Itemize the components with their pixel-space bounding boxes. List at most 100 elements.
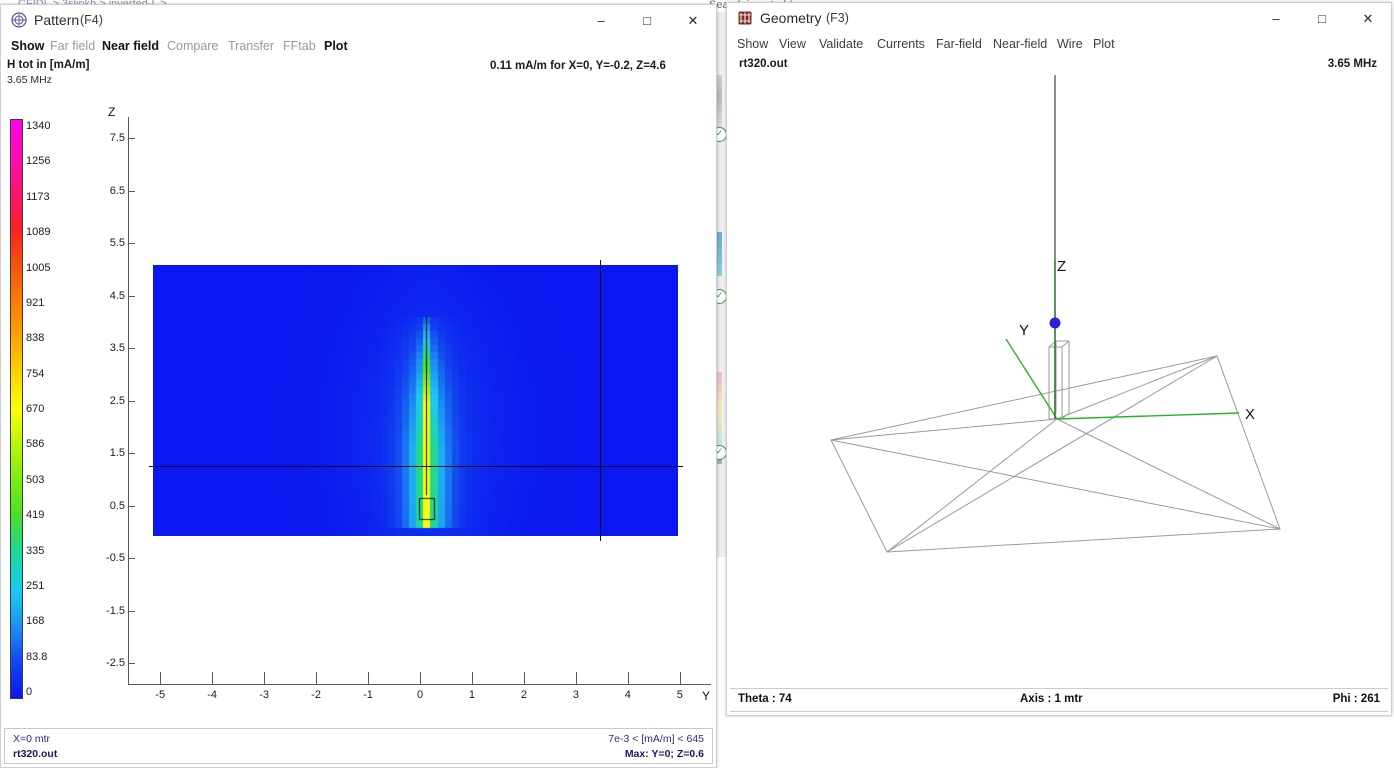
y-tick-label: -5 <box>155 689 166 701</box>
geometry-menu-near-field[interactable]: Near-field <box>993 37 1047 51</box>
geometry-menu-currents[interactable]: Currents <box>877 37 925 51</box>
menu-far-field[interactable]: Far field <box>50 39 95 53</box>
status-axis: Axis : 1 mtr <box>1020 693 1083 705</box>
geometry-menu-wire[interactable]: Wire <box>1057 37 1083 51</box>
z-tick-label: 1.5 <box>109 447 125 459</box>
geometry-3d-view[interactable]: Z Y X <box>727 75 1391 685</box>
z-tick-label: 5.5 <box>109 237 125 249</box>
geometry-menubar: Show View Validate Currents Far-field Ne… <box>727 35 1391 56</box>
colorbar-tick: 335 <box>26 544 45 557</box>
status-plane: X=0 mtr <box>13 733 51 745</box>
z-tick-mark <box>129 453 135 454</box>
colorbar-tick: 419 <box>26 509 45 522</box>
status-range: 7e-3 < [mA/m] < 645 <box>608 733 704 745</box>
geometry-window-title: Geometry <box>760 10 822 26</box>
z-tick-mark <box>129 400 135 402</box>
y-tick-mark <box>160 672 162 684</box>
y-tick-mark <box>575 672 577 684</box>
geometry-menu-show[interactable]: Show <box>737 37 768 51</box>
geometry-window-icon <box>738 11 752 25</box>
geometry-minimize-button[interactable]: – <box>1253 3 1299 34</box>
status-phi: Phi : 261 <box>1332 693 1380 705</box>
pattern-menubar: Show Far field Near field Compare Transf… <box>1 37 716 58</box>
geometry-menu-validate[interactable]: Validate <box>819 37 863 51</box>
z-tick-mark <box>129 295 135 297</box>
field-quantity-label: H tot in [mA/m] <box>7 59 90 71</box>
z-tick-label: 3.5 <box>109 342 125 354</box>
y-tick-mark <box>212 672 214 684</box>
y-tick-label: -1 <box>363 689 373 701</box>
z-tick-label: -0.5 <box>106 552 125 564</box>
colorbar-tick: 1173 <box>26 190 50 203</box>
menu-plot[interactable]: Plot <box>324 39 348 53</box>
y-tick-label: 1 <box>468 689 476 701</box>
colorbar <box>10 119 23 699</box>
y-tick-mark <box>316 672 318 684</box>
menu-show[interactable]: Show <box>11 39 44 53</box>
geometry-close-button[interactable]: ✕ <box>1345 3 1391 34</box>
geometry-file-label: rt320.out <box>739 58 788 70</box>
z-tick-mark <box>129 138 135 139</box>
z-tick-label: 4.5 <box>109 289 125 302</box>
y-tick-label: -4 <box>207 689 218 701</box>
tower-cage-wires <box>1048 340 1070 420</box>
geometry-menu-plot[interactable]: Plot <box>1093 37 1115 51</box>
z-tick-mark <box>129 610 135 612</box>
geometry-z-label: Z <box>1057 258 1066 275</box>
colorbar-tick: 83.8 <box>26 650 48 663</box>
colorbar-tick: 0 <box>26 686 33 698</box>
pattern-titlebar[interactable]: Pattern (F4) – □ ✕ <box>1 5 716 37</box>
menu-compare[interactable]: Compare <box>167 39 218 53</box>
pattern-window[interactable]: Pattern (F4) – □ ✕ Show Far field Near f… <box>0 4 717 768</box>
cursor-readout: 0.11 mA/m for X=0, Y=-0.2, Z=4.6 <box>490 60 666 72</box>
crosshair-vertical <box>600 260 601 541</box>
pattern-close-button[interactable]: ✕ <box>670 5 716 36</box>
z-tick-label: 7.5 <box>109 132 125 144</box>
y-axis-label: Y <box>702 689 711 703</box>
geometry-menu-view[interactable]: View <box>779 37 806 51</box>
colorbar-tick: 838 <box>26 332 45 345</box>
pattern-statusbar: X=0 mtr rt320.out 7e-3 < [mA/m] < 645 Ma… <box>4 728 713 764</box>
colorbar-tick: 670 <box>26 403 45 415</box>
colorbar-tick: 586 <box>26 438 45 451</box>
status-max: Max: Y=0; Z=0.6 <box>624 748 704 760</box>
geometry-titlebar[interactable]: Geometry (F3) – □ ✕ <box>727 3 1391 35</box>
z-tick-label: 6.5 <box>109 184 125 197</box>
geometry-x-label: X <box>1245 406 1255 423</box>
z-tick-mark <box>129 505 135 507</box>
menu-fftab[interactable]: FFtab <box>283 39 316 53</box>
geometry-window[interactable]: Geometry (F3) – □ ✕ Show View Validate C… <box>726 2 1392 716</box>
y-tick-mark <box>523 672 525 684</box>
geometry-frequency-label: 3.65 MHz <box>1327 58 1377 70</box>
menu-transfer[interactable]: Transfer <box>228 39 274 53</box>
z-tick-mark <box>129 663 135 664</box>
menu-near-field[interactable]: Near field <box>102 39 159 53</box>
z-tick-label: 2.5 <box>109 394 125 407</box>
y-tick-label: 3 <box>572 689 579 701</box>
geometry-y-label: Y <box>1019 322 1029 339</box>
colorbar-tick: 168 <box>26 615 45 628</box>
y-axis-line <box>128 684 711 685</box>
pattern-minimize-button[interactable]: – <box>578 5 624 36</box>
z-tick-mark <box>129 558 135 559</box>
z-tick-mark <box>129 243 135 244</box>
geometry-maximize-button[interactable]: □ <box>1299 3 1345 34</box>
colorbar-tick: 1340 <box>26 120 51 132</box>
y-tick-mark <box>264 672 266 684</box>
z-tick-label: 0.5 <box>109 499 125 512</box>
colorbar-tick: 754 <box>26 367 45 380</box>
y-tick-mark <box>368 672 370 684</box>
y-tick-mark <box>679 672 681 684</box>
geometry-window-shortcut: (F3) <box>826 11 849 25</box>
pattern-maximize-button[interactable]: □ <box>624 5 670 36</box>
z-tick-mark <box>129 190 135 192</box>
y-tick-label: -3 <box>259 689 269 701</box>
y-tick-mark <box>627 672 629 684</box>
z-tick-mark <box>129 348 135 349</box>
crosshair-horizontal <box>149 466 683 467</box>
y-tick-label: 0 <box>416 689 424 701</box>
geometry-menu-far-field[interactable]: Far-field <box>936 37 982 51</box>
colorbar-tick: 1089 <box>26 226 51 239</box>
field-frequency-label: 3.65 MHz <box>7 74 52 86</box>
colorbar-tick: 503 <box>26 473 45 486</box>
